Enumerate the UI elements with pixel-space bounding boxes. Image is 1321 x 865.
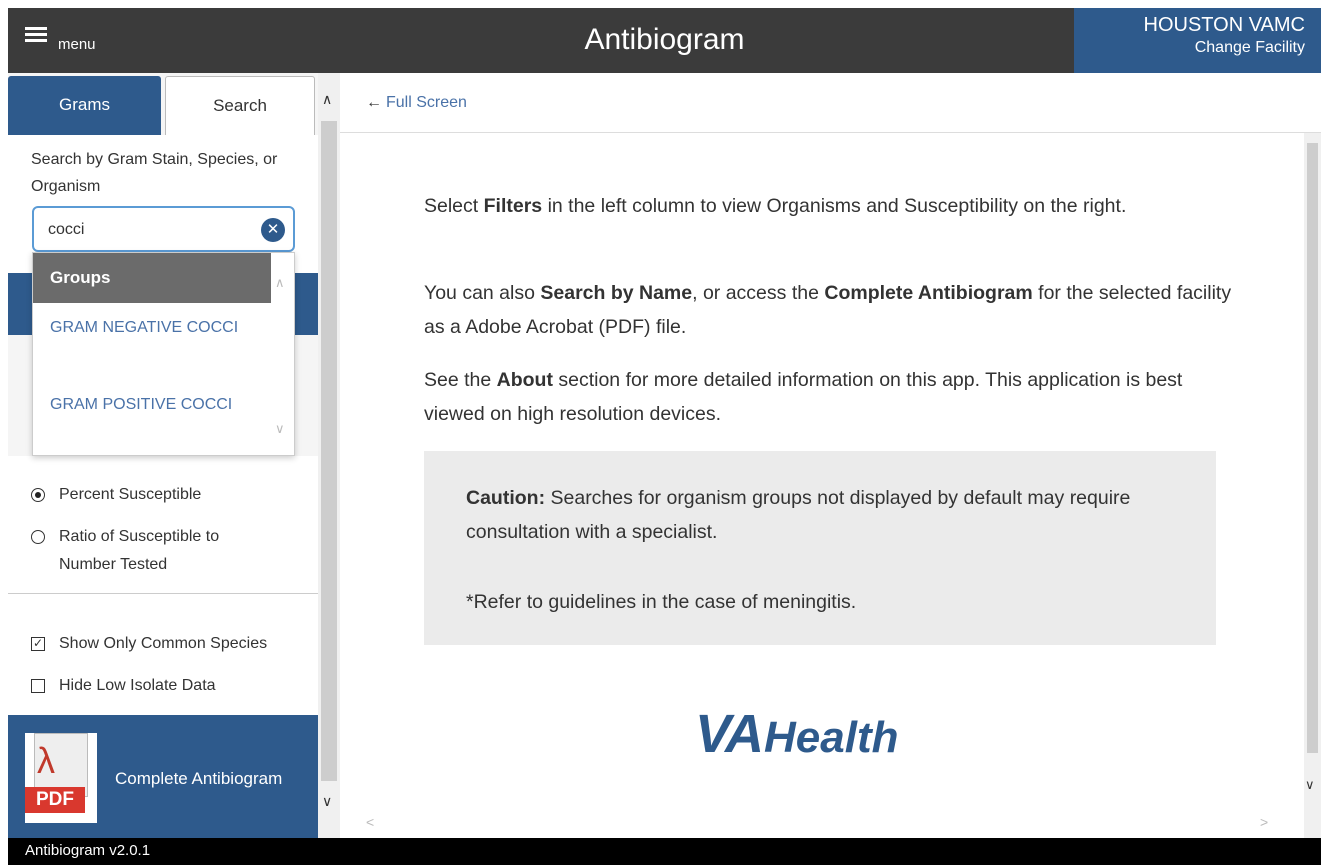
dropdown-scroll-down-icon[interactable]: ∨ (275, 421, 285, 437)
version-footer: Antibiogram v2.0.1 (8, 838, 1321, 865)
complete-antibiogram-label: Complete Antibiogram (115, 769, 283, 788)
tab-search[interactable]: Search (165, 76, 315, 136)
caution-label: Caution: (466, 487, 546, 509)
scroll-down-icon[interactable]: ∨ (1305, 777, 1315, 793)
text-segment: , or access the (692, 282, 825, 304)
checkbox-unchecked-icon[interactable] (31, 679, 45, 693)
full-screen-bar: ← Full Screen (340, 73, 1321, 133)
checkbox-checked-icon[interactable]: ✓ (31, 637, 45, 651)
option-percent-susceptible[interactable]: Percent Susceptible (31, 485, 201, 509)
complete-antibiogram-emphasis: Complete Antibiogram (824, 282, 1033, 304)
intro-paragraph-about: See the About section for more detailed … (424, 363, 1234, 431)
suggestion-gram-positive-cocci[interactable]: GRAM POSITIVE COCCI (50, 391, 250, 418)
options-divider (8, 593, 318, 594)
caution-message: Caution: Searches for organism groups no… (466, 481, 1186, 549)
app-window: menu Antibiogram HOUSTON VAMC Change Fac… (8, 8, 1321, 865)
search-hint: Search by Gram Stain, Species, or Organi… (31, 151, 278, 195)
pdf-tag: PDF (25, 787, 85, 813)
sidebar-scroll-thumb[interactable] (321, 121, 337, 781)
acrobat-swirl-icon: λ (37, 740, 55, 781)
intro-paragraph-search: You can also Search by Name, or access t… (424, 276, 1234, 344)
main-scroll-thumb[interactable] (1307, 143, 1318, 753)
filter-low-isolate[interactable]: Hide Low Isolate Data (31, 676, 216, 700)
full-screen-label: Full Screen (386, 94, 467, 111)
scroll-up-icon[interactable]: ∧ (322, 91, 332, 108)
filter-label: Show Only Common Species (59, 635, 268, 652)
main-content: ← Full Screen Select Filters in the left … (340, 73, 1321, 838)
text-segment: You can also (424, 282, 541, 304)
scroll-left-icon[interactable]: < (366, 814, 374, 830)
horizontal-scrollbar[interactable]: < > (340, 808, 1304, 838)
caution-box: Caution: Searches for organism groups no… (424, 451, 1216, 645)
option-label: Percent Susceptible (59, 486, 202, 503)
search-by-name-emphasis: Search by Name (540, 282, 693, 304)
complete-antibiogram-button[interactable]: λ PDF Complete Antibiogram (8, 715, 318, 838)
search-suggestions-dropdown: Groups GRAM NEGATIVE COCCI GRAM POSITIVE… (32, 252, 295, 456)
scroll-right-icon[interactable]: > (1260, 814, 1268, 830)
radio-selected-icon[interactable] (31, 488, 45, 502)
welcome-content: Select Filters in the left column to vie… (340, 133, 1304, 838)
tab-grams[interactable]: Grams (8, 76, 161, 136)
main-scrollbar[interactable]: ∨ (1304, 133, 1321, 838)
dropdown-group-header: Groups (33, 253, 271, 303)
pdf-file-icon: λ PDF (25, 733, 97, 823)
change-facility-link[interactable]: Change Facility (1074, 37, 1305, 59)
filter-common-species[interactable]: ✓ Show Only Common Species (31, 634, 267, 658)
menu-button[interactable]: menu (8, 8, 148, 73)
text-segment: in the left column to view Organisms and… (542, 195, 1127, 217)
meningitis-note: *Refer to guidelines in the case of meni… (466, 591, 857, 613)
clear-search-icon[interactable]: ✕ (261, 218, 285, 242)
dropdown-scroll-up-icon[interactable]: ∧ (275, 275, 285, 291)
hamburger-icon (25, 27, 47, 45)
filters-emphasis: Filters (483, 195, 543, 217)
radio-unselected-icon[interactable] (31, 530, 45, 544)
sidebar: Grams Search ∧ ∨ Search by Gram Stain, S… (8, 73, 340, 838)
va-health-logo: VAHealth (695, 703, 899, 765)
scroll-down-icon[interactable]: ∨ (322, 793, 332, 810)
arrow-left-icon: ← (366, 94, 382, 111)
search-input[interactable] (48, 219, 248, 241)
caution-text: Searches for organism groups not display… (466, 487, 1131, 543)
logo-health: Health (764, 713, 899, 762)
change-facility-button[interactable]: HOUSTON VAMC Change Facility (1074, 8, 1321, 73)
suggestion-gram-negative-cocci[interactable]: GRAM NEGATIVE COCCI (50, 314, 250, 341)
menu-label: menu (58, 36, 96, 53)
text-segment: See the (424, 369, 497, 391)
logo-va: VA (695, 704, 764, 764)
facility-name: HOUSTON VAMC (1143, 14, 1306, 36)
option-ratio-susceptible[interactable]: Ratio of Susceptible to Number Tested (31, 527, 221, 579)
filter-label: Hide Low Isolate Data (59, 677, 216, 694)
intro-paragraph-filters: Select Filters in the left column to vie… (424, 189, 1234, 223)
option-label: Ratio of Susceptible to Number Tested (59, 528, 220, 573)
full-screen-button[interactable]: ← Full Screen (366, 94, 467, 112)
about-emphasis: About (496, 369, 553, 391)
search-box: ✕ (32, 206, 295, 252)
text-segment: Select (424, 195, 484, 217)
sidebar-tabs: Grams Search (8, 73, 318, 136)
app-header: menu Antibiogram HOUSTON VAMC Change Fac… (8, 8, 1321, 73)
sidebar-scrollbar[interactable]: ∧ ∨ (318, 73, 340, 838)
